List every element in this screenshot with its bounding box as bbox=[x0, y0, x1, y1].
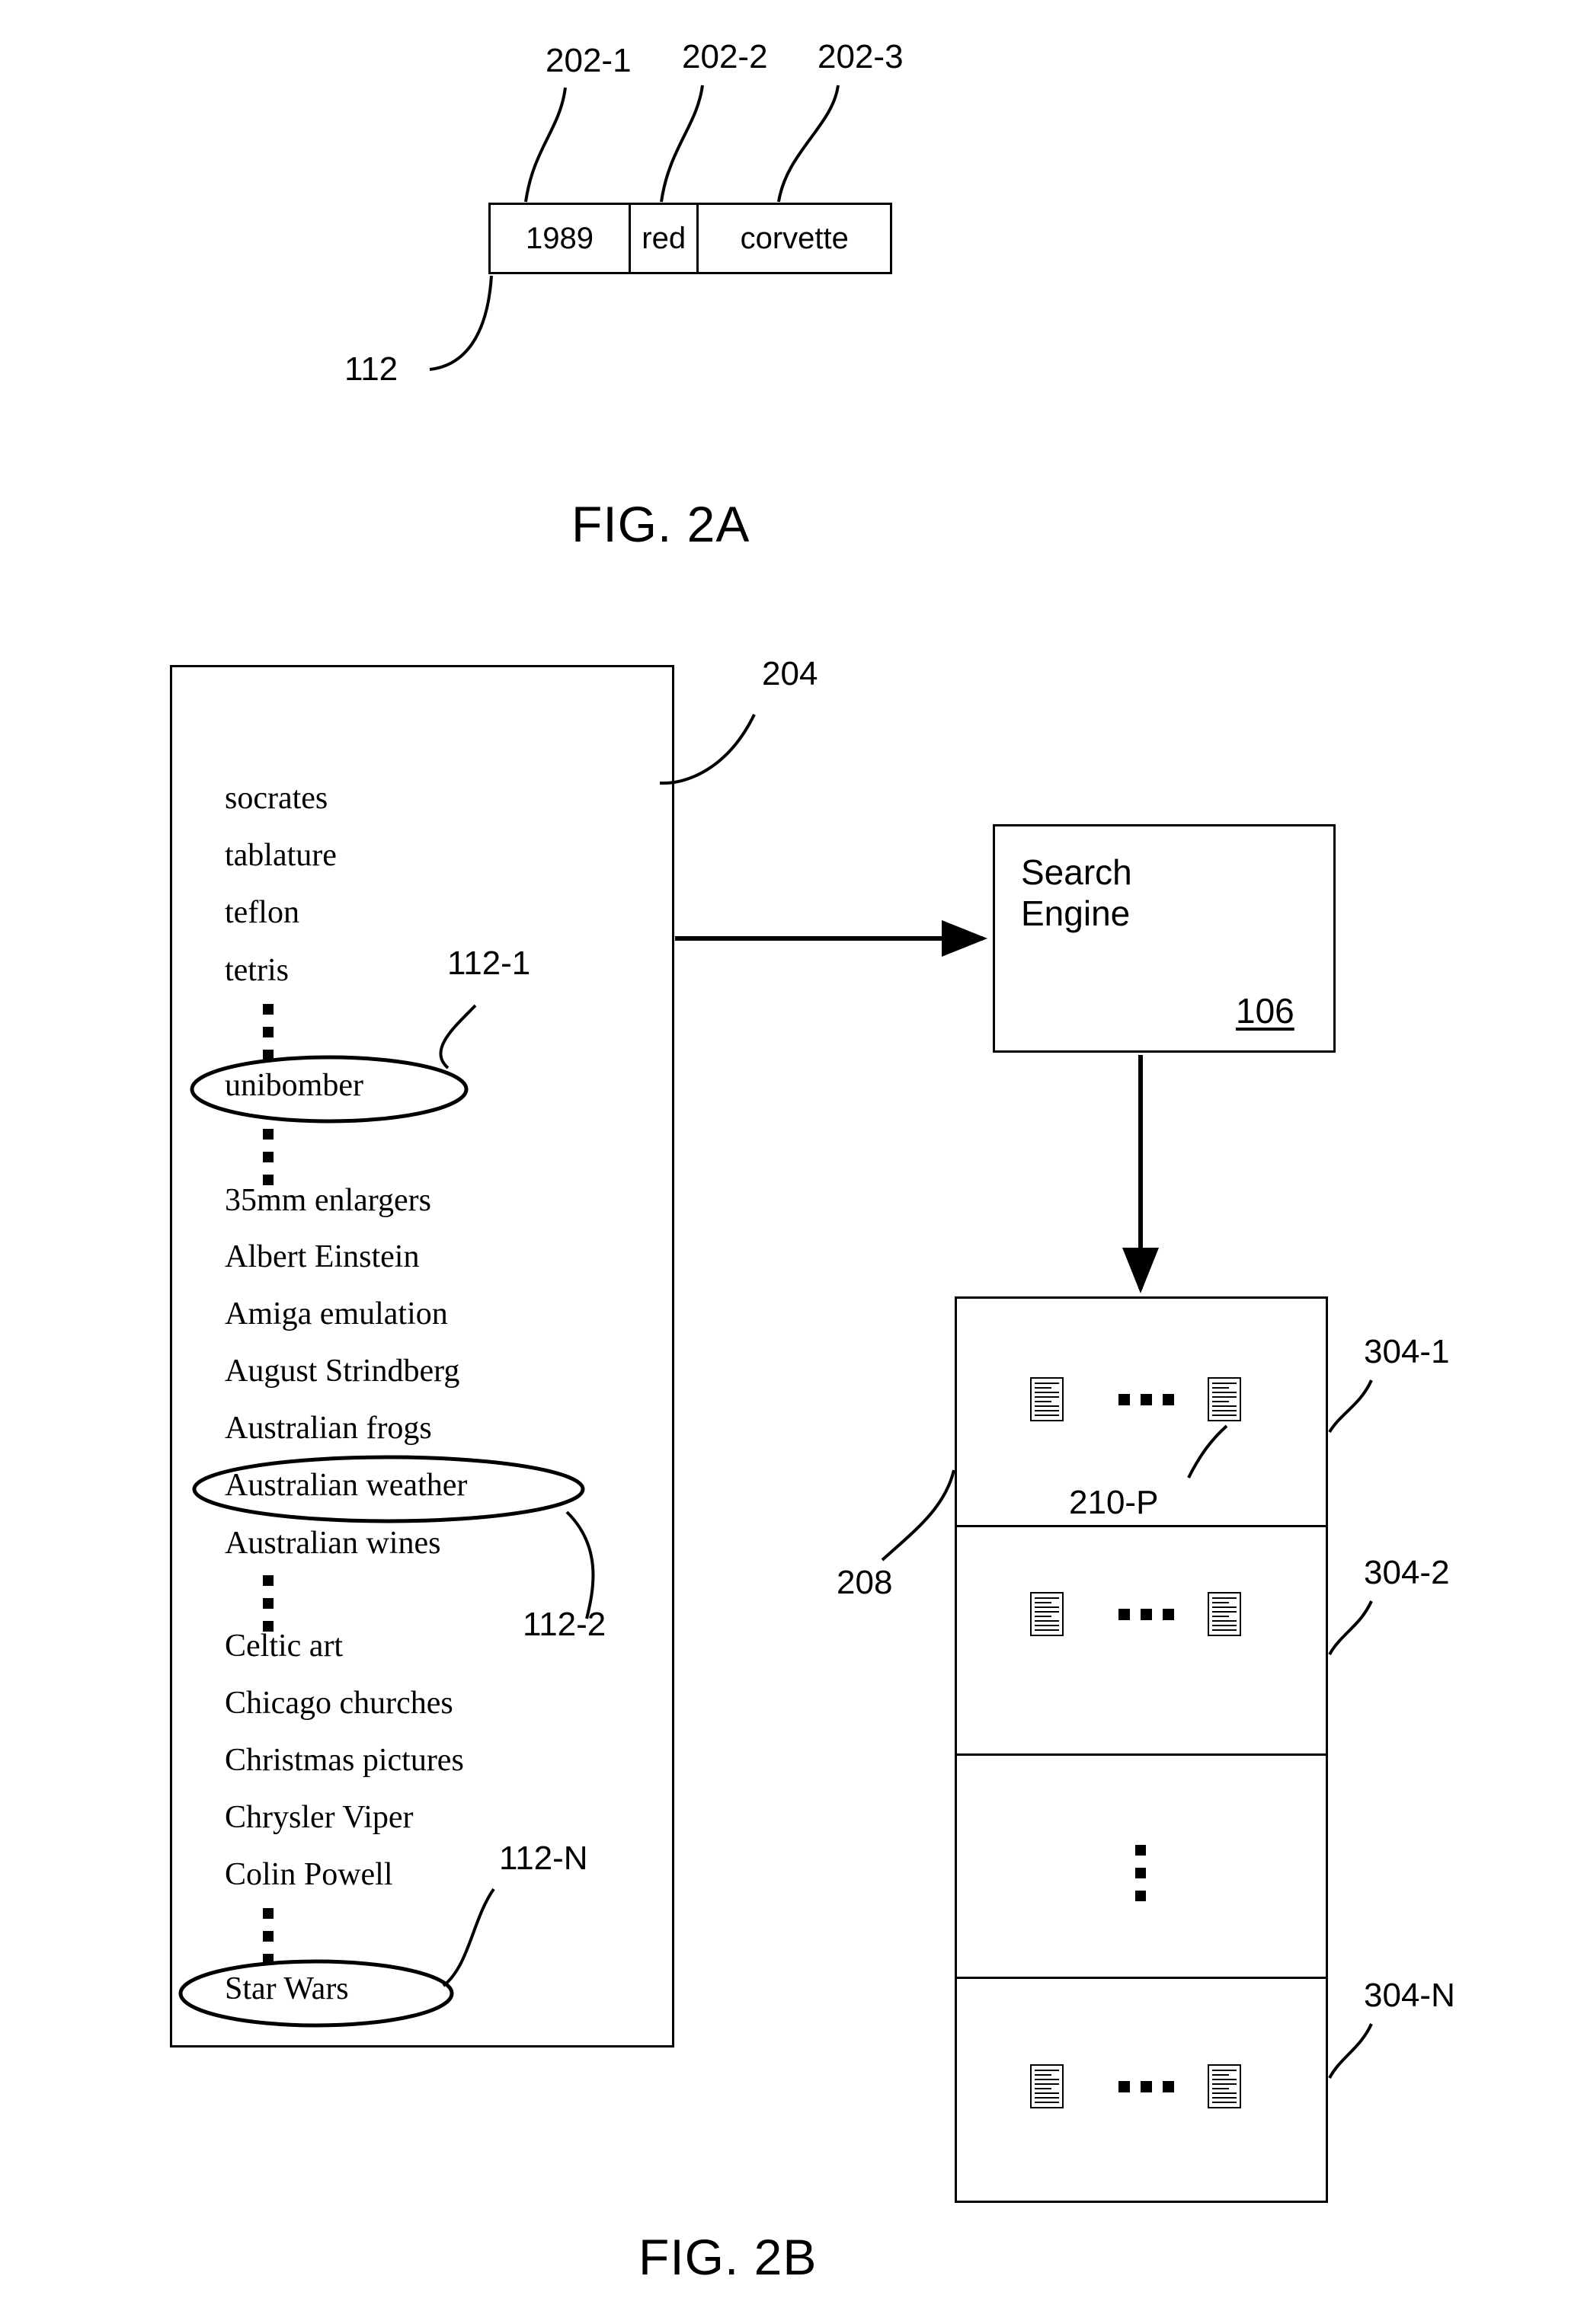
document-icon bbox=[1030, 2064, 1064, 2108]
ref-112-1: 112-1 bbox=[447, 945, 531, 982]
keyword-item: Chrysler Viper bbox=[225, 1800, 414, 1835]
keyword-item: Australian frogs bbox=[225, 1411, 432, 1446]
leader-line-304-N bbox=[1328, 2023, 1373, 2079]
vertical-ellipsis-icon bbox=[263, 1129, 274, 1185]
figure-caption-2a: FIG. 2A bbox=[571, 496, 750, 552]
keyword-item: Celtic art bbox=[225, 1629, 344, 1664]
leader-line-304-2 bbox=[1328, 1600, 1373, 1655]
keyword-item-circled: Star Wars bbox=[225, 1971, 349, 2006]
leader-line-208 bbox=[881, 1469, 955, 1562]
vertical-ellipsis-icon bbox=[263, 1908, 274, 1964]
results-panel-divider bbox=[957, 1753, 1326, 1756]
document-icon bbox=[1030, 1592, 1064, 1636]
keyword-item-circled: Australian weather bbox=[225, 1468, 468, 1503]
leader-line-202-2 bbox=[660, 85, 704, 203]
patent-figure-page: 202-1 202-2 202-3 1989 red corvette 112 … bbox=[0, 0, 1584, 2324]
ref-304-1: 304-1 bbox=[1364, 1333, 1450, 1370]
keyword-item: socrates bbox=[225, 781, 328, 816]
record-field-model: corvette bbox=[740, 221, 849, 255]
ref-112-2: 112-2 bbox=[523, 1606, 606, 1643]
keyword-item-circled: unibomber bbox=[225, 1068, 363, 1103]
keyword-item: teflon bbox=[225, 895, 299, 930]
keyword-item: Colin Powell bbox=[225, 1857, 393, 1892]
record-row-112: 1989 red corvette bbox=[488, 203, 892, 274]
vertical-ellipsis-icon bbox=[1135, 1845, 1146, 1901]
keyword-item: Amiga emulation bbox=[225, 1296, 448, 1331]
keyword-item: tablature bbox=[225, 838, 337, 873]
results-panel-divider bbox=[957, 1525, 1326, 1527]
ref-210-P: 210-P bbox=[1069, 1484, 1159, 1521]
vertical-ellipsis-icon bbox=[263, 1575, 274, 1632]
ref-304-2: 304-2 bbox=[1364, 1554, 1450, 1591]
horizontal-ellipsis-icon bbox=[1118, 2081, 1174, 2092]
keyword-item: Australian wines bbox=[225, 1526, 441, 1561]
keyword-item: Christmas pictures bbox=[225, 1743, 464, 1778]
ref-202-2: 202-2 bbox=[682, 38, 768, 75]
search-engine-title: Search Engine bbox=[1021, 852, 1132, 934]
ref-112-N: 112-N bbox=[499, 1840, 588, 1877]
results-stack-208 bbox=[955, 1296, 1328, 2203]
ref-112: 112 bbox=[344, 350, 398, 388]
leader-line-304-1 bbox=[1328, 1379, 1373, 1434]
figure-caption-2b: FIG. 2B bbox=[638, 2229, 818, 2285]
leader-line-202-3 bbox=[777, 85, 840, 203]
keyword-item: Chicago churches bbox=[225, 1686, 453, 1721]
record-field-color: red bbox=[631, 205, 699, 272]
ref-204: 204 bbox=[762, 655, 818, 692]
keyword-item: tetris bbox=[225, 953, 289, 988]
leader-line-202-1 bbox=[524, 87, 567, 203]
horizontal-ellipsis-icon bbox=[1118, 1394, 1174, 1405]
ref-208: 208 bbox=[837, 1564, 893, 1601]
ref-202-1: 202-1 bbox=[546, 42, 632, 79]
search-engine-ref: 106 bbox=[1236, 991, 1294, 1031]
ref-304-N: 304-N bbox=[1364, 1977, 1455, 2014]
record-field-year: 1989 bbox=[491, 205, 631, 272]
ref-202-3: 202-3 bbox=[818, 38, 904, 75]
keyword-item: 35mm enlargers bbox=[225, 1183, 431, 1218]
document-icon bbox=[1208, 1592, 1241, 1636]
results-panel-divider bbox=[957, 1977, 1326, 1979]
leader-line-112 bbox=[429, 275, 493, 371]
document-icon bbox=[1208, 2064, 1241, 2108]
keyword-item: August Strindberg bbox=[225, 1354, 460, 1389]
vertical-ellipsis-icon bbox=[263, 1004, 274, 1060]
document-icon bbox=[1208, 1377, 1241, 1421]
keyword-item: Albert Einstein bbox=[225, 1239, 420, 1274]
document-icon bbox=[1030, 1377, 1064, 1421]
horizontal-ellipsis-icon bbox=[1118, 1609, 1174, 1620]
